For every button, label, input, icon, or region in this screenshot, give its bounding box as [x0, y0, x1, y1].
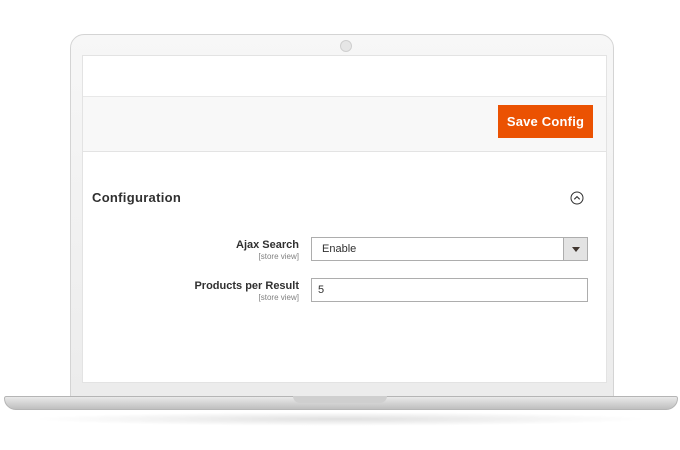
section-title: Configuration [92, 190, 182, 205]
camera-icon [340, 40, 352, 52]
save-config-button[interactable]: Save Config [498, 105, 593, 138]
page-header [83, 56, 606, 96]
ajax-search-select[interactable]: Enable [311, 237, 588, 261]
products-per-result-scope: [store view] [258, 293, 299, 302]
laptop-screen: Save Config Configuration Ajax Search [s… [83, 56, 606, 382]
ajax-search-scope: [store view] [258, 252, 299, 261]
ajax-search-label: Ajax Search [store view] [89, 239, 299, 261]
chevron-down-icon[interactable] [563, 238, 587, 260]
page-actions-bar: Save Config [83, 96, 606, 152]
chevron-up-circle-icon[interactable] [570, 191, 584, 205]
ajax-search-selected-value: Enable [322, 243, 357, 255]
laptop-notch [293, 396, 387, 403]
products-per-result-label: Products per Result [store view] [89, 280, 299, 302]
ajax-search-label-text: Ajax Search [236, 239, 299, 251]
laptop-shadow [30, 412, 650, 426]
products-per-result-label-text: Products per Result [194, 280, 299, 292]
products-per-result-input[interactable] [311, 278, 588, 302]
